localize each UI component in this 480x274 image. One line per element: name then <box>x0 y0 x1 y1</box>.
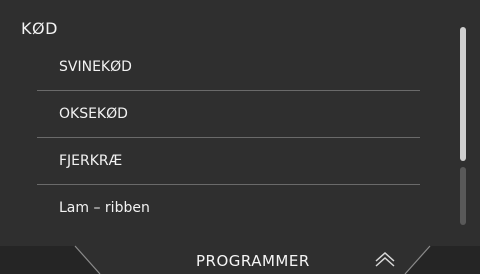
list-item-label: Lam – ribben <box>59 200 150 216</box>
page-title: KØD <box>21 19 58 38</box>
list-item-svinekod[interactable]: SVINEKØD <box>37 44 420 91</box>
footer-right-wedge <box>405 246 480 274</box>
scrollbar-thumb[interactable] <box>460 27 466 161</box>
list-item-fjerkrae[interactable]: FJERKRÆ <box>37 138 420 185</box>
list-item-label: FJERKRÆ <box>59 153 123 169</box>
double-chevron-up-icon[interactable] <box>373 250 397 268</box>
scrollbar[interactable] <box>460 27 466 225</box>
list-item-label: SVINEKØD <box>59 59 132 75</box>
programmer-button[interactable]: PROGRAMMER <box>196 252 310 270</box>
meat-program-screen: KØD SVINEKØD OKSEKØD FJERKRÆ Lam – ribbe… <box>0 0 480 274</box>
scrollbar-track-rest <box>460 167 466 225</box>
footer-left-wedge <box>0 246 100 274</box>
list-item-oksekod[interactable]: OKSEKØD <box>37 91 420 138</box>
list-item-lam-ribben[interactable]: Lam – ribben <box>37 185 420 232</box>
list-item-label: OKSEKØD <box>59 106 128 122</box>
